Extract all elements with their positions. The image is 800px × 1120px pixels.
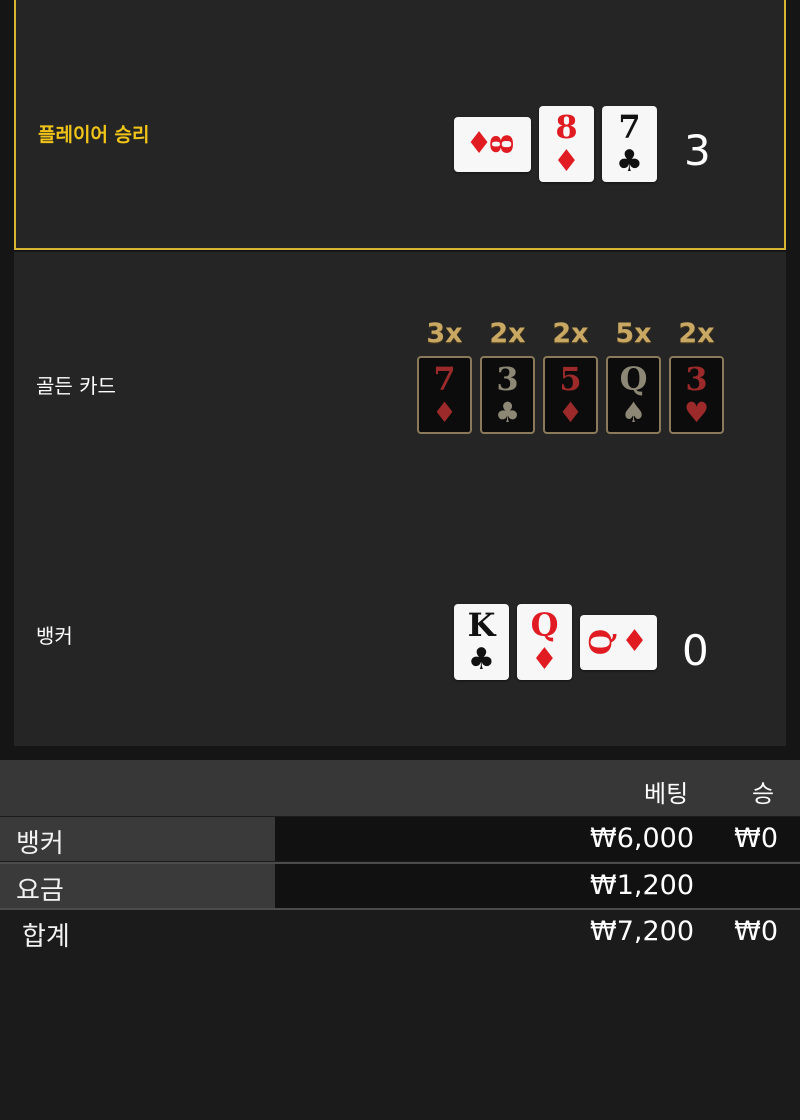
golden-card-face: 3 ♥ <box>669 356 724 434</box>
row-label: 요금 <box>16 876 64 906</box>
multiplier-badge: 2x <box>489 318 526 349</box>
spade-icon: ♠ <box>620 396 647 429</box>
golden-card-face: 3 ♣ <box>480 356 535 434</box>
banker-card-1: K ♣ <box>454 604 509 680</box>
golden-card-rank: 3 <box>496 360 519 398</box>
diamond-icon: ♦ <box>431 396 458 429</box>
banker-label: 뱅커 <box>36 624 73 648</box>
player-card-3-rank: 8 <box>484 133 520 155</box>
golden-card-2: 2x 3 ♣ <box>480 318 535 434</box>
golden-card-3: 2x 5 ♦ <box>543 318 598 434</box>
golden-card-1: 3x 7 ♦ <box>417 318 472 434</box>
golden-card-face: 5 ♦ <box>543 356 598 434</box>
summary-row-banker: 뱅커 ₩6,000 ₩0 <box>0 817 800 863</box>
banker-score: 0 <box>682 626 709 675</box>
banker-card-2-rank: Q <box>530 606 559 644</box>
bet-summary-table: 베팅 승 뱅커 ₩6,000 ₩0 요금 ₩1,200 합계 ₩7,200 ₩0 <box>0 760 800 952</box>
banker-hand: K ♣ Q ♦ Q ♦ <box>454 604 665 680</box>
banker-card-1-rank: K <box>467 606 496 644</box>
club-icon: ♣ <box>616 144 643 179</box>
row-bet: ₩6,000 <box>590 823 694 854</box>
player-hand: ♦ 8 8 ♦ 7 ♣ <box>454 106 665 182</box>
golden-card-4: 5x Q ♠ <box>606 318 661 434</box>
player-card-2-rank: 7 <box>618 108 641 146</box>
row-value-cell <box>275 817 800 861</box>
banker-card-2: Q ♦ <box>517 604 572 680</box>
golden-cards-label: 골든 카드 <box>36 374 116 398</box>
multiplier-badge: 3x <box>426 318 463 349</box>
golden-card-rank: 3 <box>685 360 708 398</box>
golden-cards-list: 3x 7 ♦ 2x 3 ♣ 2x 5 ♦ 5x Q ♠ 2x 3 ♥ <box>417 318 732 434</box>
player-card-1-rank: 8 <box>555 108 578 146</box>
golden-card-face: Q ♠ <box>606 356 661 434</box>
diamond-icon: ♦ <box>557 396 584 429</box>
golden-card-5: 2x 3 ♥ <box>669 318 724 434</box>
player-result-row: 플레이어 승리 ♦ 8 8 ♦ 7 ♣ 3 <box>14 0 786 250</box>
summary-row-total: 합계 ₩7,200 ₩0 <box>0 910 800 956</box>
row-win: ₩0 <box>734 823 778 854</box>
diamond-icon: ♦ <box>531 642 558 677</box>
heart-icon: ♥ <box>683 396 710 429</box>
golden-card-rank: Q <box>619 360 648 398</box>
multiplier-badge: 2x <box>678 318 715 349</box>
player-card-3: ♦ 8 <box>454 116 531 172</box>
summary-row-fee: 요금 ₩1,200 <box>0 864 800 910</box>
total-bet: ₩7,200 <box>590 916 694 947</box>
player-card-2: 7 ♣ <box>602 106 657 182</box>
player-win-label: 플레이어 승리 <box>38 124 150 146</box>
club-icon: ♣ <box>494 396 521 429</box>
banker-card-3: Q ♦ <box>580 614 657 670</box>
player-card-1: 8 ♦ <box>539 106 594 182</box>
player-score: 3 <box>684 126 711 175</box>
diamond-icon: ♦ <box>621 624 649 659</box>
golden-card-face: 7 ♦ <box>417 356 472 434</box>
banker-card-3-rank: Q <box>584 628 620 656</box>
golden-cards-row: 골든 카드 3x 7 ♦ 2x 3 ♣ 2x 5 ♦ 5x Q ♠ 2x 3 ♥ <box>14 252 786 500</box>
win-column-header: 승 <box>752 780 775 808</box>
multiplier-badge: 5x <box>615 318 652 349</box>
multiplier-badge: 2x <box>552 318 589 349</box>
total-win: ₩0 <box>734 916 778 947</box>
summary-header: 베팅 승 <box>0 760 800 816</box>
diamond-icon: ♦ <box>553 144 580 179</box>
result-area: 플레이어 승리 ♦ 8 8 ♦ 7 ♣ 3 골든 카드 3x 7 ♦ 2x 3 … <box>0 0 800 760</box>
row-bet: ₩1,200 <box>590 870 694 901</box>
golden-card-rank: 7 <box>433 360 456 398</box>
golden-card-rank: 5 <box>559 360 582 398</box>
total-label: 합계 <box>22 922 70 952</box>
row-label: 뱅커 <box>16 829 64 859</box>
row-value-cell <box>275 864 800 908</box>
bet-column-header: 베팅 <box>644 780 689 808</box>
banker-result-row: 뱅커 K ♣ Q ♦ Q ♦ 0 <box>14 500 786 746</box>
club-icon: ♣ <box>468 642 495 677</box>
